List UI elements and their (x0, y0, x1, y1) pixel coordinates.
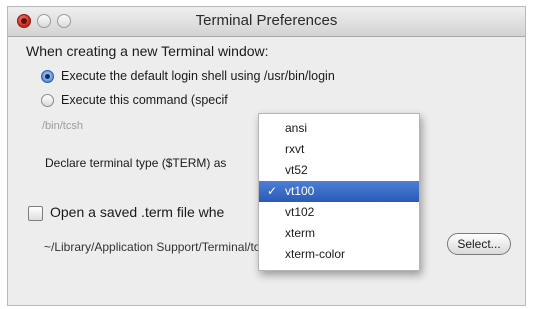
open-saved-term-label[interactable]: Open a saved .term file whe (50, 204, 224, 220)
title-bar: Terminal Preferences (8, 7, 525, 37)
section-heading: When creating a new Terminal window: (26, 43, 269, 59)
menu-item-ansi[interactable]: ansi (259, 118, 419, 139)
menu-item-xterm-color[interactable]: xterm-color (259, 244, 419, 265)
menu-item-vt100[interactable]: ✓ vt100 (259, 181, 419, 202)
menu-item-xterm[interactable]: xterm (259, 223, 419, 244)
menu-item-vt52[interactable]: vt52 (259, 160, 419, 181)
menu-item-rxvt[interactable]: rxvt (259, 139, 419, 160)
open-saved-term-checkbox[interactable] (28, 206, 43, 221)
preferences-window: Terminal Preferences When creating a new… (7, 6, 526, 306)
login-shell-radio-label[interactable]: Execute the default login shell using /u… (61, 69, 335, 83)
checkmark-icon: ✓ (267, 184, 278, 198)
declare-term-label: Declare terminal type ($TERM) as (45, 156, 227, 170)
term-type-popup-menu: ansi rxvt vt52 ✓ vt100 vt102 xterm xterm… (258, 113, 420, 271)
window-title: Terminal Preferences (195, 12, 338, 29)
command-field[interactable]: /bin/tcsh (42, 120, 83, 132)
login-shell-radio[interactable] (41, 70, 54, 83)
select-file-button[interactable]: Select... (447, 233, 511, 255)
menu-item-vt102[interactable]: vt102 (259, 202, 419, 223)
command-radio-label[interactable]: Execute this command (specif (61, 93, 228, 107)
command-radio[interactable] (41, 94, 54, 107)
